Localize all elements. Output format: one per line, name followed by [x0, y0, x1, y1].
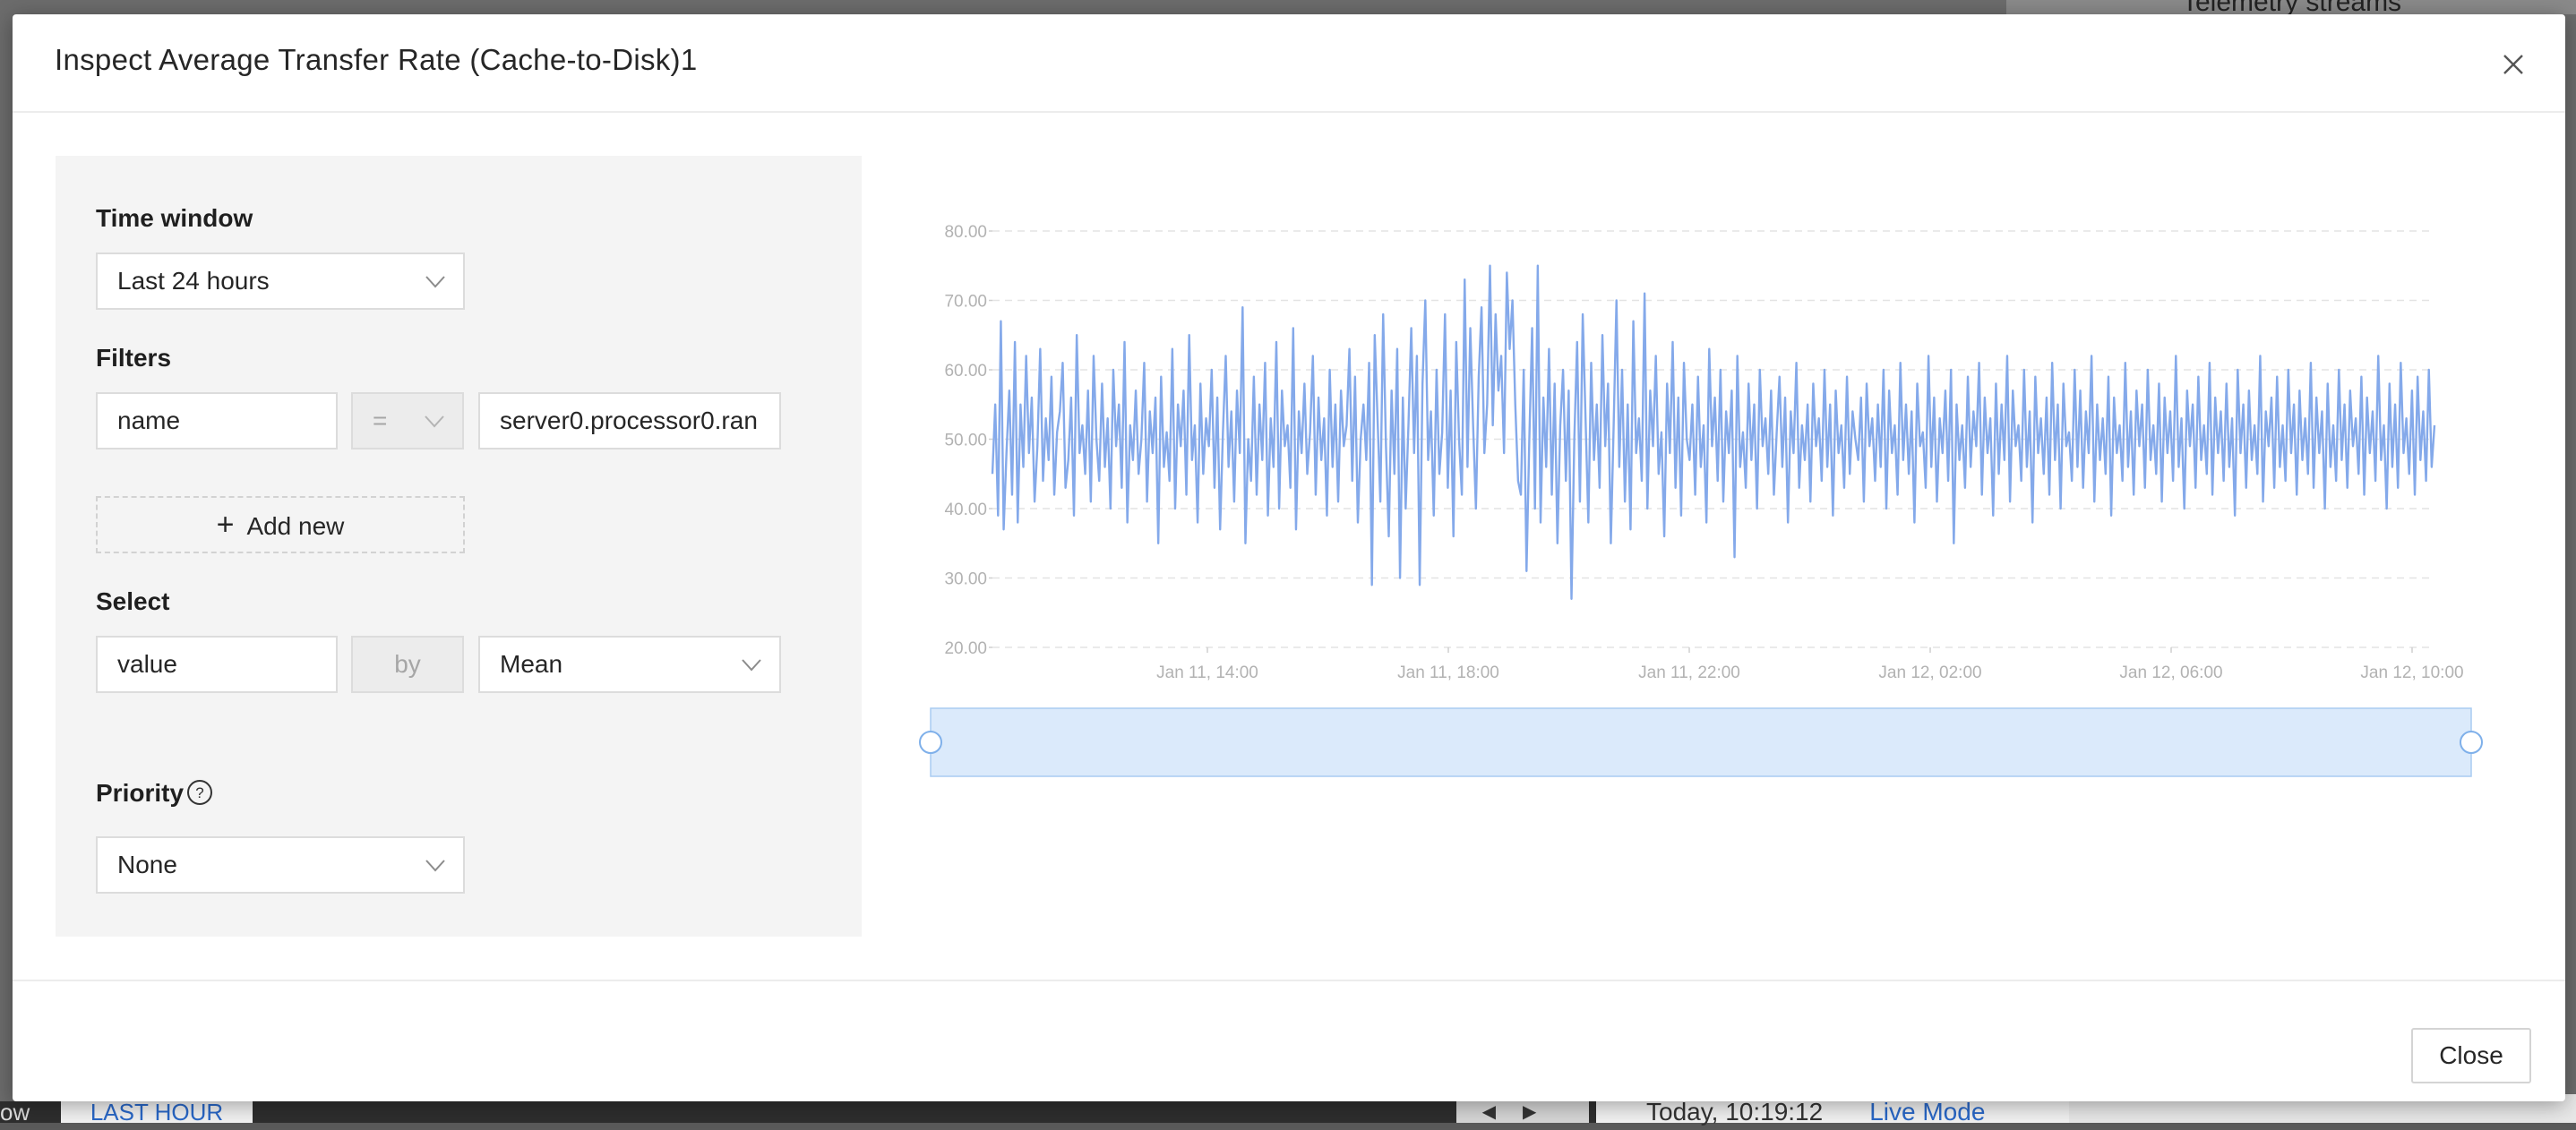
x-tick-label: Jan 11, 18:00: [1397, 663, 1499, 682]
modal-header: Inspect Average Transfer Rate (Cache-to-…: [13, 14, 2565, 113]
x-tick-label: Jan 12, 02:00: [1878, 663, 1981, 682]
by-label: by: [351, 636, 464, 693]
live-mode-button[interactable]: Live Mode: [1869, 1098, 1985, 1126]
x-tick-label: Jan 12, 10:00: [2360, 663, 2463, 682]
close-icon[interactable]: [2495, 47, 2531, 82]
time-window-label: Time window: [96, 204, 253, 232]
y-tick-label: 60.00: [944, 362, 987, 381]
time-window-select[interactable]: Last 24 hours: [96, 253, 465, 310]
x-tick-label: Jan 11, 22:00: [1638, 663, 1740, 682]
aggregation-value: Mean: [500, 650, 563, 678]
filter-operator-value: =: [373, 407, 388, 434]
x-tick-label: Jan 12, 06:00: [2119, 663, 2222, 682]
range-selector: [930, 707, 2472, 777]
y-tick-label: 40.00: [944, 501, 987, 519]
y-tick-label: 80.00: [944, 223, 987, 242]
add-new-label: Add new: [246, 512, 345, 540]
time-display-text: Today, 10:19:12: [1646, 1098, 1824, 1126]
plus-icon: +: [216, 508, 235, 542]
y-tick-label: 50.00: [944, 432, 987, 450]
close-button[interactable]: Close: [2411, 1028, 2531, 1083]
query-panel: Time window Last 24 hours Filters name =…: [56, 156, 862, 937]
chevron-down-icon: [742, 659, 761, 672]
filter-field-input[interactable]: name: [96, 392, 338, 449]
y-tick-label: 20.00: [944, 639, 987, 658]
help-icon[interactable]: ?: [186, 779, 213, 806]
line-chart: 80.00 70.00 60.00 50.00 40.00 30.00 20.00 Jan 1…: [903, 184, 2515, 793]
x-tick-label: Jan 11, 14:00: [1156, 663, 1258, 682]
filter-operator-select[interactable]: =: [351, 392, 464, 449]
chart-svg: 80.00 70.00 60.00 50.00 40.00 30.00 20.00 Jan 1…: [919, 223, 2483, 777]
modal-footer: Close: [13, 980, 2565, 1101]
range-handle-right[interactable]: [2460, 731, 2483, 754]
priority-value: None: [117, 851, 177, 878]
aggregation-select[interactable]: Mean: [478, 636, 781, 693]
select-label: Select: [96, 587, 170, 615]
time-window-value: Last 24 hours: [117, 267, 270, 295]
filters-label: Filters: [96, 344, 172, 372]
inspect-modal: Inspect Average Transfer Rate (Cache-to-…: [13, 14, 2565, 1101]
priority-select[interactable]: None: [96, 836, 465, 894]
series-line: [991, 264, 2436, 600]
y-tick-label: 30.00: [944, 570, 987, 589]
chevron-down-icon: [425, 860, 445, 872]
svg-text:?: ?: [195, 784, 203, 801]
range-handle-left[interactable]: [919, 731, 942, 754]
filter-value-input[interactable]: server0.processor0.ran: [478, 392, 781, 449]
modal-title: Inspect Average Transfer Rate (Cache-to-…: [55, 43, 698, 76]
y-tick-label: 70.00: [944, 293, 987, 312]
priority-label: Priority: [96, 779, 185, 807]
select-field-input[interactable]: value: [96, 636, 338, 693]
chevron-down-icon: [425, 276, 445, 288]
add-new-filter-button[interactable]: + Add new: [96, 496, 465, 553]
chevron-down-icon: [425, 415, 444, 428]
